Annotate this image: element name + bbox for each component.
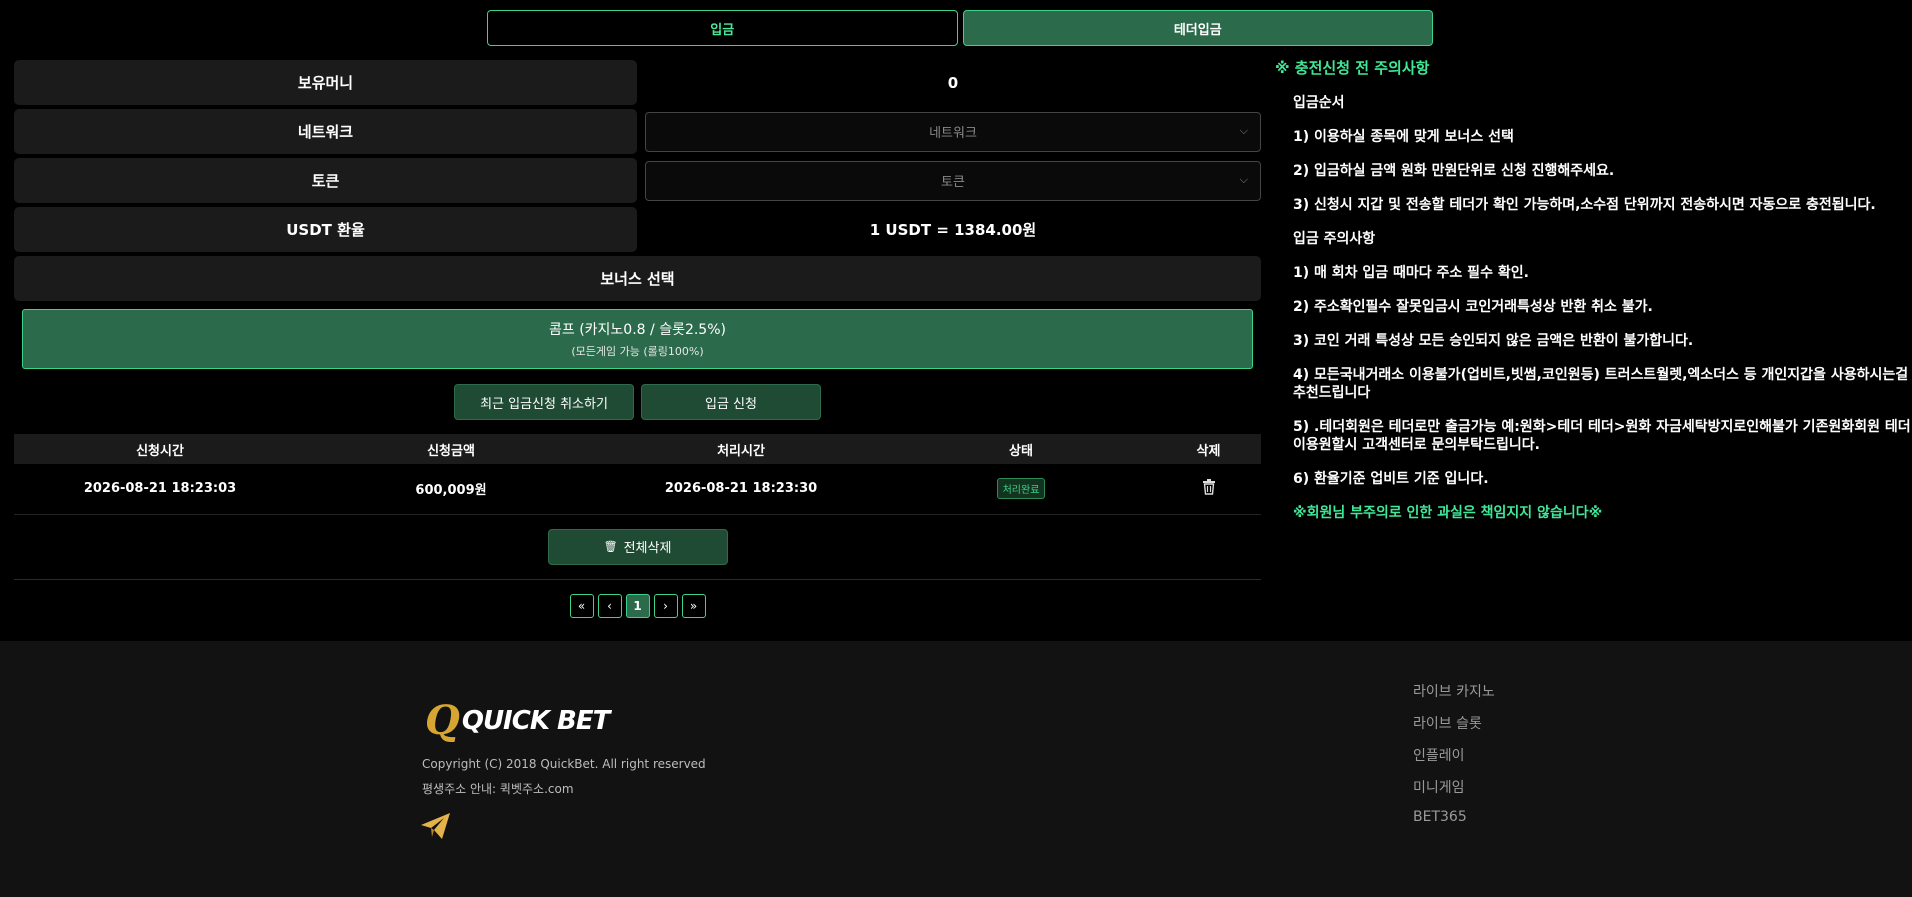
logo-mark-icon: Q	[425, 697, 460, 744]
rate-row: USDT 환율 1 USDT = 1384.00원	[14, 207, 1261, 252]
notice-line: 1) 이용하실 종목에 맞게 보너스 선택	[1293, 129, 1514, 145]
rate-value: 1 USDT = 1384.00원	[869, 221, 1037, 239]
divider	[14, 578, 1261, 580]
notice-line: 3) 코인 거래 특성상 모든 승인되지 않은 금액은 반환이 불가합니다.	[1293, 333, 1694, 349]
delete-all-button[interactable]: 🗑 전체삭제	[547, 528, 728, 565]
address-text: 평생주소 안내: 퀵벳주소.com	[422, 782, 574, 796]
token-select[interactable]: 토큰 ⌵	[645, 160, 1261, 201]
bonus-option-comp[interactable]: 콤프 (카지노0.8 / 슬롯2.5%) (모든게임 가능 (롤링100%)	[22, 309, 1253, 369]
notice-line: 6) 환율기준 업비트 기준 입니다.	[1293, 471, 1489, 487]
balance-row: 보유머니 0	[14, 60, 1261, 105]
page-last-button[interactable]: »	[681, 593, 706, 618]
copyright-text: Copyright (C) 2018 QuickBet. All right r…	[422, 757, 706, 771]
header-amount: 신청금액	[427, 443, 475, 459]
notice-line: 4) 모든국내거래소 이용불가(업비트,빗썸,코인원등) 트러스트월렛,엑소더스…	[1293, 367, 1909, 401]
network-select[interactable]: 네트워크 ⌵	[645, 111, 1261, 152]
page-current-button[interactable]: 1	[625, 593, 650, 618]
page-prev-button[interactable]: ‹	[597, 593, 622, 618]
table-header-row: 신청시간 신청금액 처리시간 상태 삭제	[14, 434, 1261, 464]
token-row: 토큰 토큰 ⌵	[14, 158, 1261, 203]
chevron-down-icon: ⌵	[1239, 172, 1248, 186]
balance-value: 0	[947, 73, 959, 92]
pagination: « ‹ 1 › »	[14, 593, 1261, 618]
header-requested: 신청시간	[136, 443, 184, 459]
token-label: 토큰	[14, 158, 637, 203]
cancel-recent-button[interactable]: 최근 입금신청 취소하기	[454, 384, 634, 420]
logo-text: QUICK BET	[461, 705, 610, 736]
deposit-notice: ※ 충전신청 전 주의사항 입금순서 1) 이용하실 종목에 맞게 보너스 선택…	[1275, 57, 1912, 538]
status-badge: 처리완료	[996, 478, 1046, 500]
action-buttons: 최근 입금신청 취소하기 입금 신청	[14, 384, 1261, 420]
notice-line: 2) 입금하실 금액 원화 만원단위로 신청 진행해주세요.	[1293, 163, 1615, 179]
footer-link-live-casino[interactable]: 라이브 카지노	[1413, 681, 1495, 701]
tab-tether-deposit[interactable]: 테더입금	[962, 10, 1433, 46]
network-row: 네트워크 네트워크 ⌵	[14, 109, 1261, 154]
trash-icon: 🗑	[603, 540, 618, 553]
bonus-option-sub: (모든게임 가능 (롤링100%)	[571, 345, 704, 358]
page-next-button[interactable]: ›	[653, 593, 678, 618]
quickbet-logo[interactable]: Q QUICK BET	[425, 697, 610, 744]
footer-link-bet365[interactable]: BET365	[1413, 809, 1495, 825]
cell-requested: 2026-08-21 18:23:03	[83, 481, 237, 497]
cell-amount: 600,009원	[415, 483, 487, 499]
deposit-history-table: 신청시간 신청금액 처리시간 상태 삭제 2026-08-21 18:23:03…	[14, 434, 1261, 515]
rate-label: USDT 환율	[14, 207, 637, 252]
notice-line: 3) 신청시 지갑 및 전송할 테더가 확인 가능하며,소수점 단위까지 전송하…	[1293, 197, 1876, 213]
token-select-value: 토큰	[941, 175, 965, 190]
footer-link-live-slot[interactable]: 라이브 슬롯	[1413, 713, 1495, 733]
balance-label: 보유머니	[14, 60, 637, 105]
trash-icon[interactable]	[1202, 478, 1216, 495]
deposit-tabs: 입금 테더입금	[487, 10, 1433, 46]
notice-title: ※ 충전신청 전 주의사항	[1275, 59, 1430, 77]
tab-deposit[interactable]: 입금	[487, 10, 958, 46]
footer-link-minigame[interactable]: 미니게임	[1413, 777, 1495, 797]
network-select-value: 네트워크	[929, 126, 977, 141]
footer-links: 라이브 카지노 라이브 슬롯 인플레이 미니게임 BET365	[1413, 681, 1495, 837]
notice-line: 5) .테더회원은 테더로만 출금가능 예:원화>테더 테더>원화 자금세탁방지…	[1293, 419, 1911, 453]
header-status: 상태	[1009, 443, 1033, 459]
notice-line: 입금 주의사항	[1293, 231, 1376, 247]
telegram-icon[interactable]	[420, 812, 452, 844]
cell-processed: 2026-08-21 18:23:30	[664, 481, 818, 497]
network-label: 네트워크	[14, 109, 637, 154]
page-first-button[interactable]: «	[569, 593, 594, 618]
header-delete: 삭제	[1196, 443, 1221, 459]
notice-line: 2) 주소확인필수 잘못입금시 코인거래특성상 반환 취소 불가.	[1293, 299, 1653, 315]
notice-warning: ※회원님 부주의로 인한 과실은 책임지지 않습니다※	[1293, 505, 1603, 521]
footer-link-inplay[interactable]: 인플레이	[1413, 745, 1495, 765]
notice-line: 1) 매 회차 입금 때마다 주소 필수 확인.	[1293, 265, 1529, 281]
header-processed: 처리시간	[717, 443, 765, 459]
notice-line: 입금순서	[1293, 95, 1345, 111]
apply-deposit-button[interactable]: 입금 신청	[641, 384, 821, 420]
table-row: 2026-08-21 18:23:03 600,009원 2026-08-21 …	[14, 464, 1261, 514]
bonus-option-title: 콤프 (카지노0.8 / 슬롯2.5%)	[549, 322, 726, 338]
bonus-heading: 보너스 선택	[14, 256, 1261, 301]
delete-all-label: 전체삭제	[623, 541, 672, 556]
deposit-form: 보유머니 0 네트워크 네트워크 ⌵ 토큰 토큰 ⌵ USDT 환율 1 USD…	[14, 60, 1261, 618]
chevron-down-icon: ⌵	[1239, 123, 1248, 137]
footer: Q QUICK BET Copyright (C) 2018 QuickBet.…	[0, 641, 1912, 897]
